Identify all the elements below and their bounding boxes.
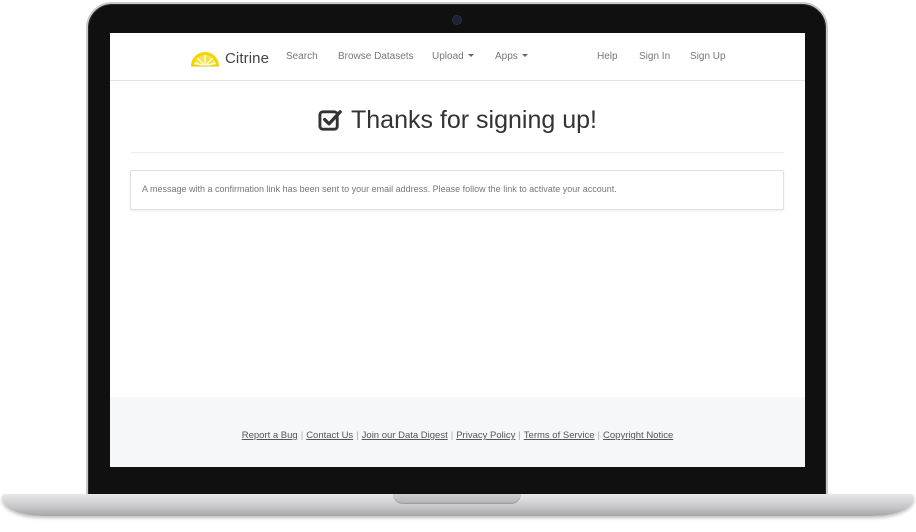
browser-screen: Citrine Search Browse Datasets Upload Ap… xyxy=(110,33,805,467)
citrine-logo-icon xyxy=(191,52,219,67)
check-square-icon xyxy=(318,110,342,131)
nav-sign-in[interactable]: Sign In xyxy=(639,51,670,62)
footer-links: Report a Bug | Contact Us | Join our Data Di… xyxy=(241,430,674,441)
footer-link-privacy-policy[interactable]: Privacy Policy xyxy=(456,430,515,441)
footer-link-contact-us[interactable]: Contact Us xyxy=(306,430,353,441)
nav-upload-dropdown[interactable]: Upload xyxy=(432,51,474,62)
footer-link-report-bug[interactable]: Report a Bug xyxy=(242,430,298,441)
nav-search[interactable]: Search xyxy=(286,51,318,62)
caret-down-icon xyxy=(521,54,528,57)
nav-apps-label: Apps xyxy=(495,51,518,62)
page-footer: Report a Bug | Contact Us | Join our Data Di… xyxy=(110,397,805,467)
webcam-icon xyxy=(453,16,461,24)
laptop-notch xyxy=(393,494,521,504)
caret-down-icon xyxy=(467,54,474,57)
brand-name: Citrine xyxy=(225,49,270,67)
nav-sign-up[interactable]: Sign Up xyxy=(690,51,726,62)
footer-link-copyright-notice[interactable]: Copyright Notice xyxy=(603,430,673,441)
nav-apps-dropdown[interactable]: Apps xyxy=(495,51,528,62)
footer-link-data-digest[interactable]: Join our Data Digest xyxy=(362,430,448,441)
brand-link[interactable]: Citrine xyxy=(190,46,269,70)
page-title: Thanks for signing up! xyxy=(110,106,805,135)
nav-browse-datasets[interactable]: Browse Datasets xyxy=(338,51,414,62)
divider xyxy=(131,152,784,153)
page-title-text: Thanks for signing up! xyxy=(351,106,597,134)
nav-upload-label: Upload xyxy=(432,51,464,62)
nav-help[interactable]: Help xyxy=(597,51,618,62)
confirmation-message-text: A message with a confirmation link has b… xyxy=(142,184,617,194)
confirmation-message-panel: A message with a confirmation link has b… xyxy=(130,170,784,210)
footer-link-terms-of-service[interactable]: Terms of Service xyxy=(524,430,595,441)
top-navbar: Citrine Search Browse Datasets Upload Ap… xyxy=(110,33,805,81)
